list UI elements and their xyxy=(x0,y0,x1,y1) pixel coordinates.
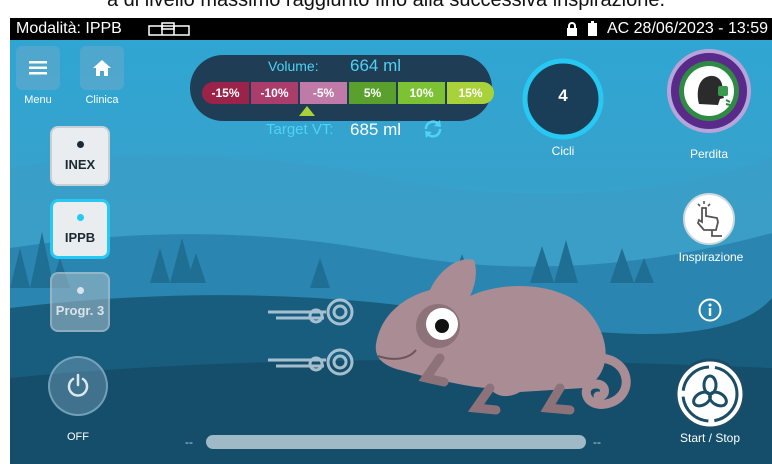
mode-status-label: Modalità: IPPB xyxy=(16,20,122,37)
scale-segment: -5% xyxy=(300,82,347,104)
scale-segment: 10% xyxy=(398,82,445,104)
mode-button-inex[interactable]: INEX xyxy=(50,126,110,186)
leak-indicator xyxy=(667,49,751,133)
mode-button-ippb[interactable]: IPPB xyxy=(50,199,110,259)
clinic-label: Clinica xyxy=(85,94,119,106)
mode-label: IPPB xyxy=(64,229,96,245)
power-button[interactable] xyxy=(48,356,108,416)
power-label: OFF xyxy=(67,431,89,443)
scale-segment: 5% xyxy=(349,82,396,104)
mode-button-progr-3[interactable]: Progr. 3 xyxy=(50,272,110,332)
target-vt-value: 685 ml xyxy=(350,120,402,139)
status-bar: Modalità: IPPB AC 28/06/2023 - 13:59 xyxy=(10,18,772,40)
document-caption: a di livello massimo raggiunto fino alla… xyxy=(0,0,772,10)
device-pump-icon xyxy=(148,22,190,36)
lock-icon xyxy=(566,21,577,36)
target-vt-label: Target VT: xyxy=(266,121,334,138)
volume-position-marker xyxy=(299,106,315,116)
cycles-label: Cicli xyxy=(551,144,575,158)
start-stop-label: Start / Stop xyxy=(679,431,741,445)
slider-min-label: -- xyxy=(185,435,193,449)
wind-icon xyxy=(268,298,354,376)
inspiration-button[interactable] xyxy=(682,192,736,246)
refresh-icon[interactable] xyxy=(422,118,444,140)
scale-segment: -10% xyxy=(251,82,298,104)
volume-title: Volume: xyxy=(268,58,319,74)
battery-icon xyxy=(588,21,598,37)
cycles-value: 4 xyxy=(558,86,568,105)
home-icon xyxy=(93,60,111,76)
inspiration-label: Inspirazione xyxy=(678,250,744,264)
hamburger-icon xyxy=(29,61,47,75)
menu-button[interactable] xyxy=(16,46,60,90)
leak-label: Perdita xyxy=(689,147,729,161)
datetime-label: 28/06/2023 - 13:59 xyxy=(633,20,768,37)
volume-value: 664 ml xyxy=(350,56,402,75)
power-icon xyxy=(67,373,89,397)
progress-slider[interactable] xyxy=(206,435,586,449)
scale-segment: 15% xyxy=(447,82,494,104)
mode-indicator-dot xyxy=(76,286,84,294)
start-stop-button[interactable] xyxy=(674,358,746,430)
device-screen: Modalità: IPPB AC 28/06/2023 - 13:59 Men… xyxy=(10,18,772,464)
mode-label: Progr. 3 xyxy=(55,302,105,318)
mode-indicator-dot xyxy=(76,140,84,148)
clinic-button[interactable] xyxy=(80,46,124,90)
menu-label: Menu xyxy=(24,94,52,106)
power-source-label: AC xyxy=(606,20,630,37)
mode-label: INEX xyxy=(64,156,96,172)
info-icon[interactable] xyxy=(698,298,722,322)
slider-max-label: -- xyxy=(593,435,601,449)
chameleon-illustration xyxy=(375,259,631,415)
mode-indicator-dot xyxy=(76,213,84,221)
volume-deviation-scale: -15% -10% -5% 5% 10% 15% xyxy=(202,82,496,104)
scale-segment: -15% xyxy=(202,82,249,104)
